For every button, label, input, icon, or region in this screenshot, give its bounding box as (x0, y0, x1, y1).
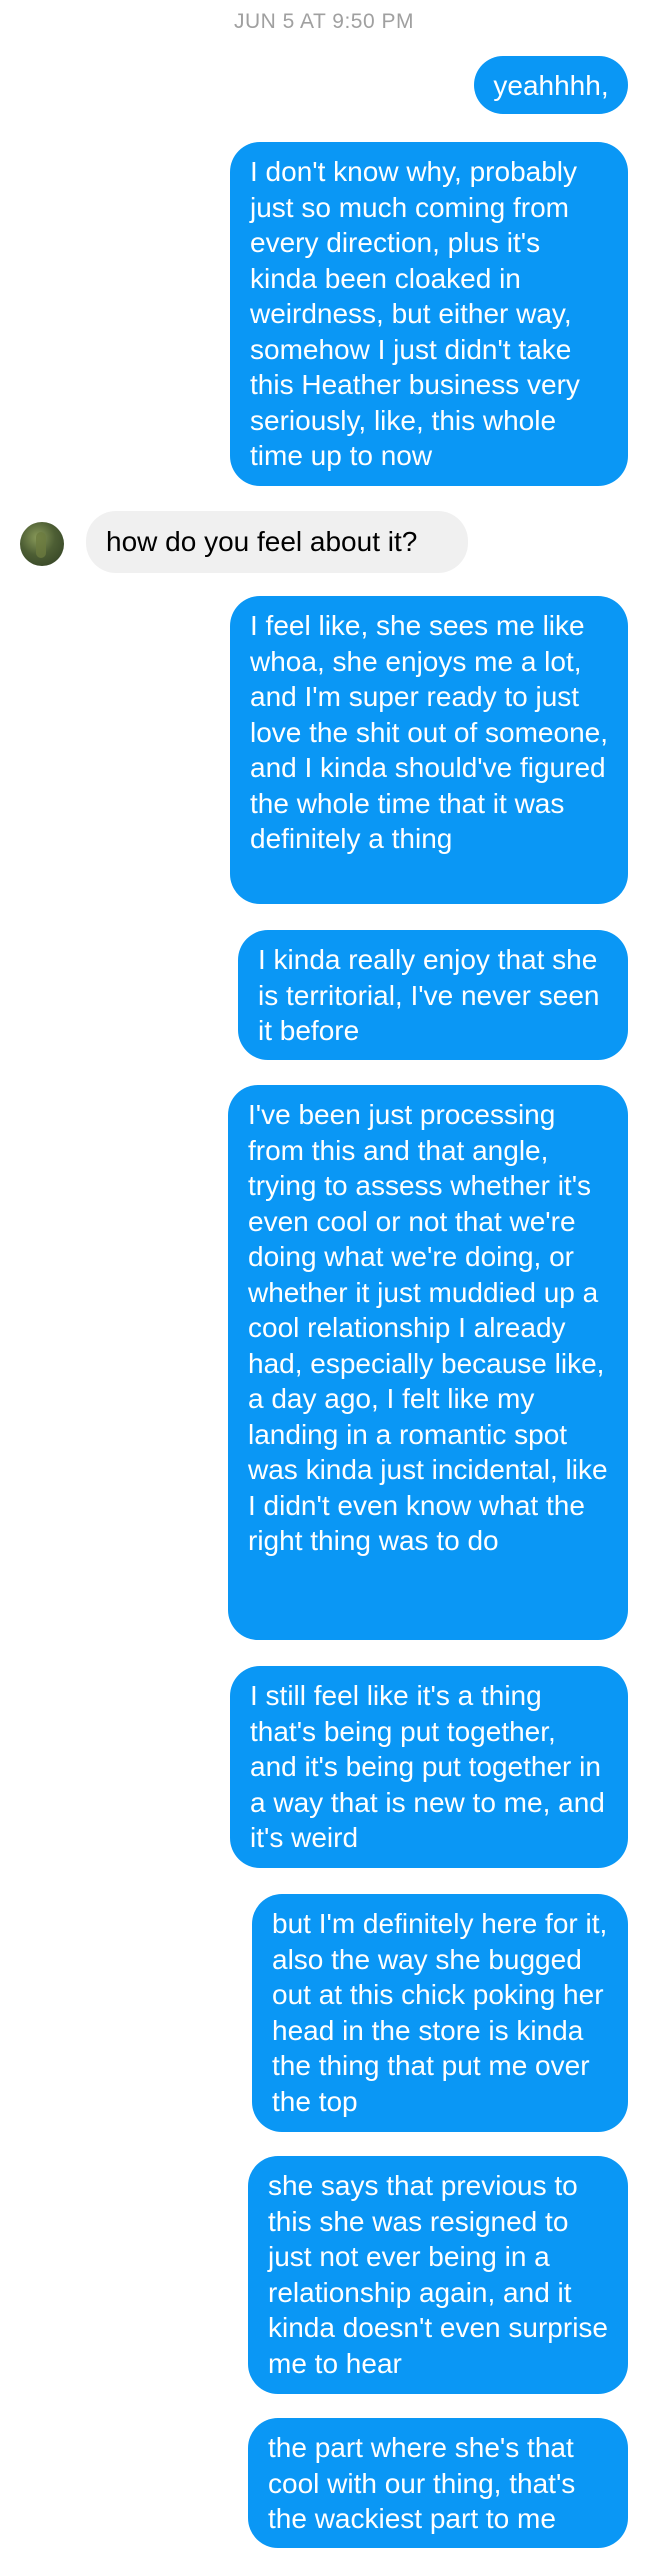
sent-message[interactable]: the part where she's that cool with our … (248, 2418, 628, 2548)
sent-message[interactable]: I kinda really enjoy that she is territo… (238, 930, 628, 1060)
conversation-timestamp: JUN 5 AT 9:50 PM (234, 10, 414, 33)
sent-message[interactable]: I've been just processing from this and … (228, 1085, 628, 1640)
sent-message[interactable]: but I'm definitely here for it, also the… (252, 1894, 628, 2132)
sent-message[interactable]: I feel like, she sees me like whoa, she … (230, 596, 628, 904)
sent-message[interactable]: she says that previous to this she was r… (248, 2156, 628, 2394)
sent-message[interactable]: yeahhhh, (474, 56, 628, 114)
sent-message[interactable]: I don't know why, probably just so much … (230, 142, 628, 486)
sent-message[interactable]: I still feel like it's a thing that's be… (230, 1666, 628, 1868)
received-message[interactable]: how do you feel about it? (86, 511, 468, 573)
contact-avatar[interactable] (20, 522, 64, 566)
